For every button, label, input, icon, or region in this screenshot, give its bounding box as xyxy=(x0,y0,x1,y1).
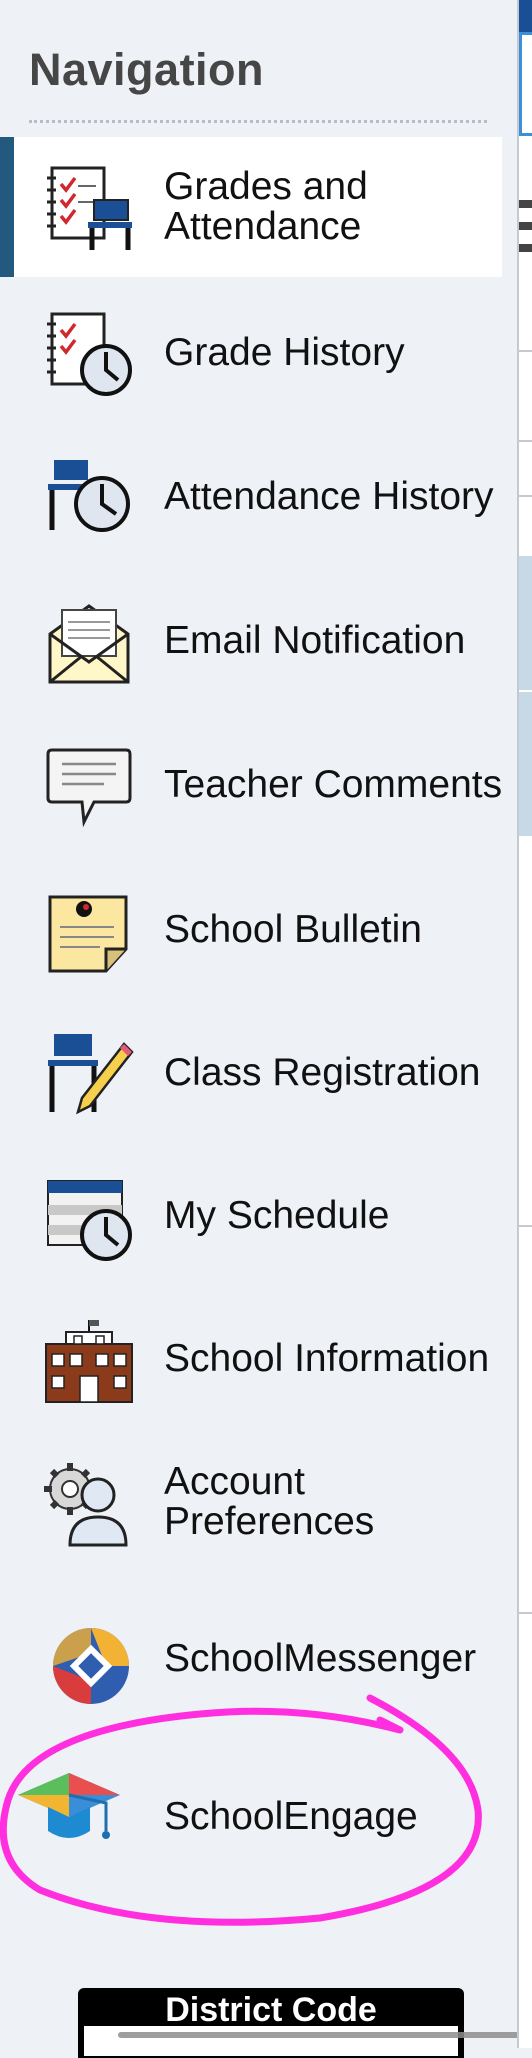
content-area-edge xyxy=(519,0,532,2048)
graduation-cap-icon xyxy=(14,1765,124,1855)
row-divider xyxy=(519,1225,532,1227)
horizontal-scrollbar[interactable] xyxy=(118,2032,532,2038)
nav-item-label: Grades and Attendance xyxy=(164,165,368,248)
grades-checklist-icon xyxy=(44,164,134,254)
grade-history-icon xyxy=(44,310,134,400)
class-registration-icon xyxy=(44,1030,134,1120)
nav-item-grades-and-attendance[interactable]: Grades and Attendance xyxy=(0,137,502,277)
nav-item-label: SchoolMessenger xyxy=(164,1637,477,1680)
nav-item-grade-history[interactable]: Grade History xyxy=(0,283,502,423)
schoolmessenger-logo-icon xyxy=(46,1621,136,1711)
account-gear-icon xyxy=(44,1459,134,1549)
nav-item-attendance-history[interactable]: Attendance History xyxy=(0,427,502,567)
attendance-history-icon xyxy=(44,454,134,544)
nav-item-schoolmessenger[interactable]: SchoolMessenger xyxy=(0,1589,502,1729)
email-envelope-icon xyxy=(44,598,134,688)
menu-line-edge xyxy=(519,244,532,252)
district-code-input[interactable] xyxy=(84,2026,458,2056)
nav-item-school-bulletin[interactable]: School Bulletin xyxy=(0,860,502,1000)
menu-line-edge xyxy=(519,200,532,208)
schedule-calendar-icon xyxy=(44,1173,134,1263)
nav-item-account-preferences[interactable]: Account Preferences xyxy=(0,1432,502,1572)
nav-item-label: School Information xyxy=(164,1337,490,1380)
navigation-title: Navigation xyxy=(29,44,265,95)
row-divider xyxy=(519,350,532,352)
menu-line-edge xyxy=(519,222,532,230)
nav-item-label: My Schedule xyxy=(164,1194,390,1237)
nav-item-label: SchoolEngage xyxy=(164,1795,418,1838)
table-header-edge xyxy=(519,556,532,836)
nav-item-schoolengage[interactable]: SchoolEngage xyxy=(0,1747,502,1887)
nav-item-label: Email Notification xyxy=(164,619,466,662)
bulletin-note-icon xyxy=(44,887,134,977)
speech-bubble-icon xyxy=(44,742,134,832)
nav-item-my-schedule[interactable]: My Schedule xyxy=(0,1146,502,1286)
row-divider xyxy=(519,1612,532,1614)
row-divider xyxy=(519,440,532,442)
nav-item-label: Account Preferences xyxy=(164,1460,375,1543)
nav-item-label: Teacher Comments xyxy=(164,763,503,806)
title-divider xyxy=(29,120,487,123)
header-edge xyxy=(519,0,532,32)
nav-item-label: School Bulletin xyxy=(164,908,422,951)
nav-item-class-registration[interactable]: Class Registration xyxy=(0,1003,502,1143)
row-divider xyxy=(519,495,532,497)
nav-item-label: Class Registration xyxy=(164,1051,481,1094)
district-code-label: District Code xyxy=(165,1991,377,2029)
nav-item-school-information[interactable]: School Information xyxy=(0,1289,502,1429)
nav-item-label: Grade History xyxy=(164,331,405,374)
input-edge xyxy=(519,32,532,136)
nav-item-email-notification[interactable]: Email Notification xyxy=(0,571,502,711)
school-building-icon xyxy=(44,1316,134,1406)
row-divider xyxy=(519,690,532,692)
nav-item-label: Attendance History xyxy=(164,475,494,518)
nav-item-teacher-comments[interactable]: Teacher Comments xyxy=(0,715,502,855)
navigation-panel: Navigation Grades and Attendance Grade H… xyxy=(0,0,532,2058)
